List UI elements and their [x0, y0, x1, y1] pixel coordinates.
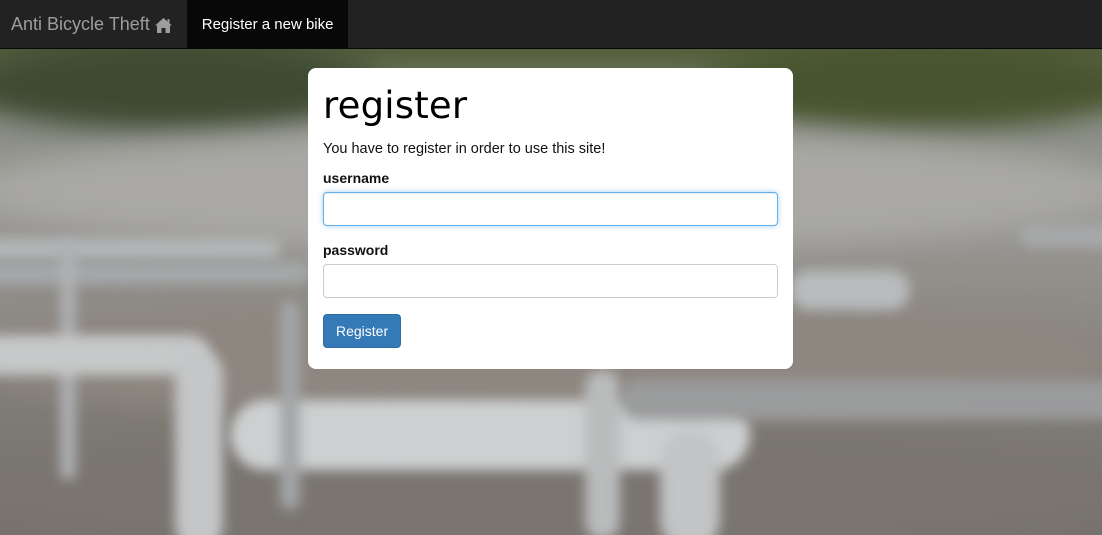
- intro-text: You have to register in order to use thi…: [323, 141, 606, 157]
- username-input[interactable]: [323, 192, 778, 226]
- nav-item-register-bike[interactable]: Register a new bike: [186, 0, 349, 48]
- password-input[interactable]: [323, 264, 778, 298]
- page-title: register: [323, 84, 468, 127]
- brand-label: Anti Bicycle Theft: [11, 13, 150, 34]
- register-button[interactable]: Register: [323, 314, 402, 348]
- username-label: username: [323, 170, 390, 186]
- home-icon: [154, 17, 172, 33]
- brand-link[interactable]: Anti Bicycle Theft: [0, 0, 187, 48]
- password-label: password: [323, 242, 389, 258]
- navbar: Anti Bicycle Theft Register a new bike: [0, 0, 1102, 49]
- register-card: register You have to register in order t…: [308, 68, 793, 369]
